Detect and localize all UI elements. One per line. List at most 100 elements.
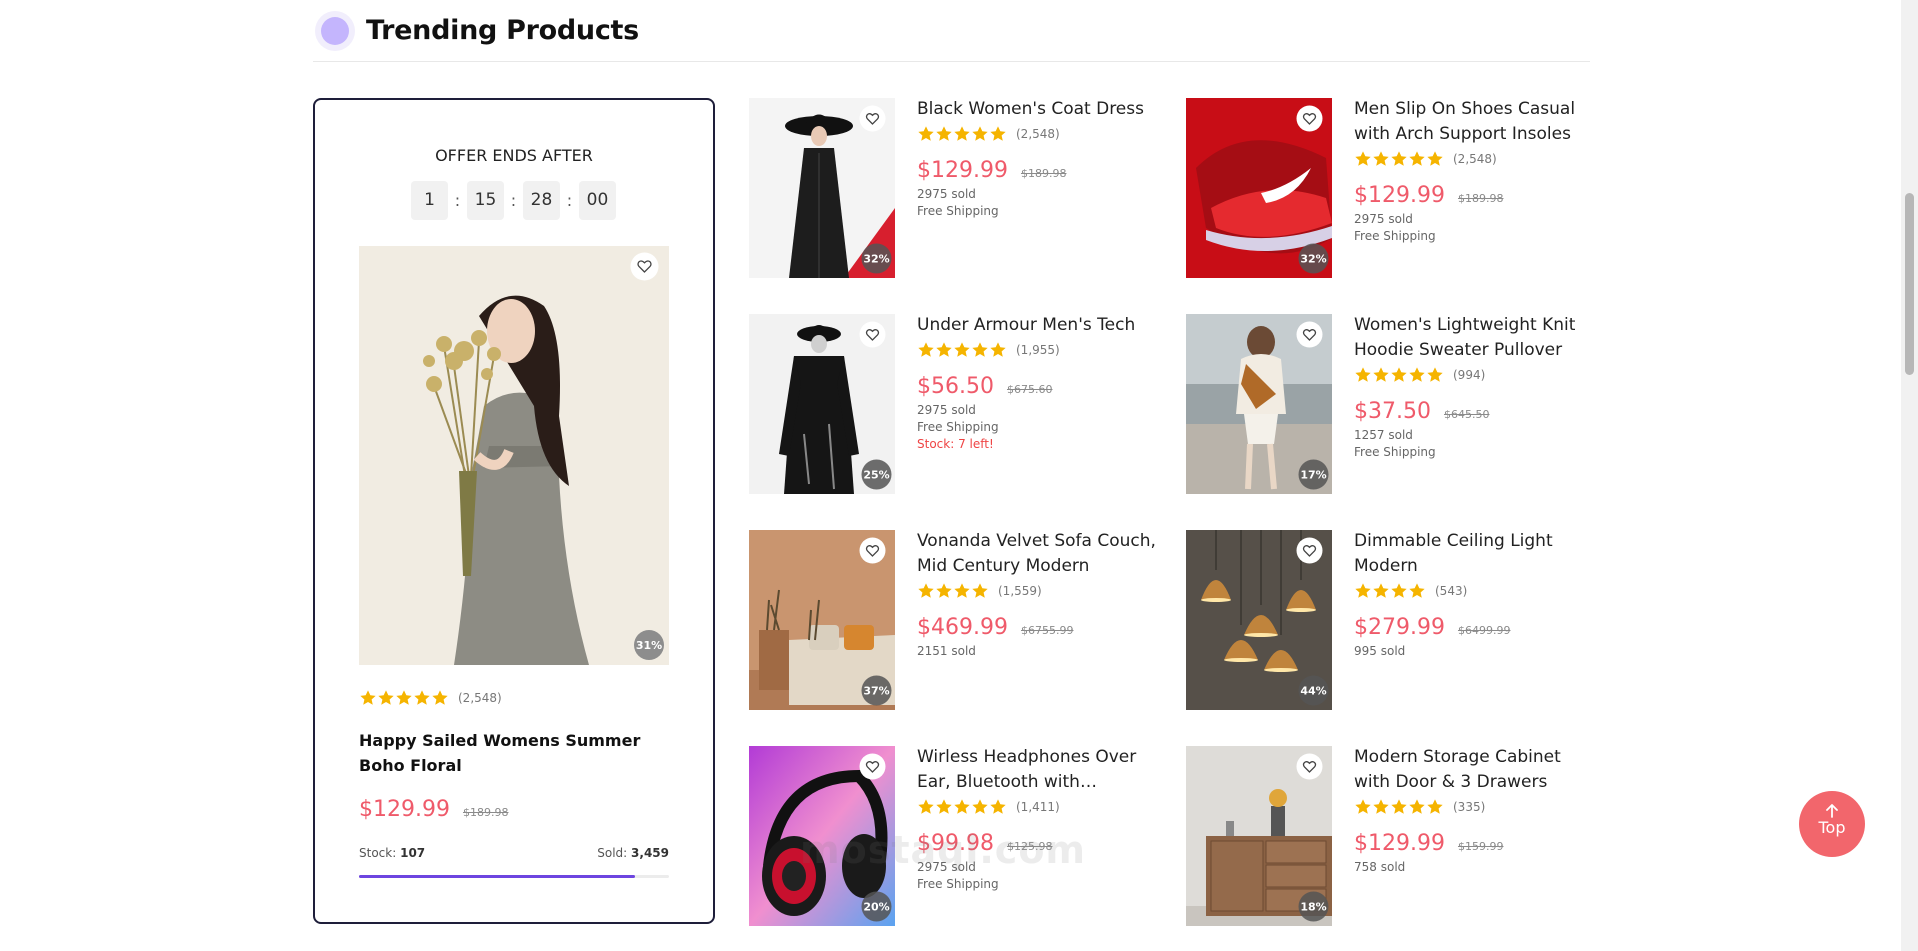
- review-count: (2,548): [458, 691, 502, 705]
- stock-warning: Stock: 7 left!: [917, 437, 994, 451]
- discount-badge: 32%: [861, 243, 892, 274]
- product-image[interactable]: 18%: [1186, 746, 1332, 926]
- discount-badge: 44%: [1298, 675, 1329, 706]
- star-icon: [918, 342, 934, 357]
- product-rating: (1,411): [917, 795, 1157, 819]
- product-image[interactable]: 32%: [1186, 98, 1332, 278]
- price-row: $279.99 $6499.99: [1354, 603, 1594, 643]
- star-icon: [1355, 583, 1371, 598]
- deal-card[interactable]: OFFER ENDS AFTER 1 : 15 : 28 : 00 31% (2…: [313, 98, 715, 924]
- countdown-seconds: 00: [579, 180, 616, 220]
- deal-product-name[interactable]: Happy Sailed Womens Summer Boho Floral: [359, 728, 659, 778]
- product-card[interactable]: 17% Women's Lightweight Knit Hoodie Swea…: [1186, 314, 1606, 494]
- star-icon: [972, 799, 988, 814]
- price: $129.99: [917, 158, 1008, 183]
- heart-icon[interactable]: [859, 321, 886, 348]
- old-price: $645.50: [1443, 408, 1490, 421]
- heart-icon[interactable]: [859, 105, 886, 132]
- star-icon: [936, 342, 952, 357]
- header-dot-icon: [315, 11, 355, 51]
- product-name[interactable]: Modern Storage Cabinet with Door & 3 Dra…: [1354, 745, 1594, 795]
- svg-text:32%: 32%: [863, 253, 889, 266]
- sold-progress-fill: [359, 875, 635, 878]
- star-icon: [1373, 799, 1389, 814]
- shipping-label: Free Shipping: [1354, 229, 1436, 243]
- star-icon: [936, 799, 952, 814]
- star-icon: [918, 126, 934, 141]
- product-image[interactable]: 25%: [749, 314, 895, 494]
- star-icon: [1427, 151, 1443, 166]
- product-rating: (1,955): [917, 338, 1157, 362]
- star-icon: [954, 799, 970, 814]
- deal-product-image[interactable]: 31%: [359, 246, 669, 665]
- product-name[interactable]: Men Slip On Shoes Casual with Arch Suppo…: [1354, 97, 1594, 147]
- discount-badge: 17%: [1298, 459, 1329, 490]
- deal-sold: Sold: 3,459: [597, 846, 669, 860]
- review-count: (2,548): [1016, 127, 1060, 141]
- product-card[interactable]: 37% Vonanda Velvet Sofa Couch, Mid Centu…: [749, 530, 1169, 710]
- heart-icon[interactable]: [1296, 753, 1323, 780]
- countdown-days: 1: [411, 180, 448, 220]
- product-image[interactable]: 17%: [1186, 314, 1332, 494]
- product-image[interactable]: 32%: [749, 98, 895, 278]
- product-card[interactable]: 32% Black Women's Coat Dress (2,548) $12…: [749, 98, 1169, 278]
- price-row: $56.50 $675.60: [917, 362, 1157, 402]
- svg-text:20%: 20%: [863, 901, 889, 914]
- offer-label: OFFER ENDS AFTER: [435, 146, 593, 165]
- page-scrollbar[interactable]: [1901, 0, 1918, 951]
- product-rating: (994): [1354, 363, 1594, 387]
- heart-icon[interactable]: [859, 753, 886, 780]
- star-icon: [1391, 583, 1407, 598]
- heart-icon[interactable]: [1296, 537, 1323, 564]
- deal-price-row: $129.99 $189.98: [359, 797, 508, 822]
- star-icon: [378, 690, 394, 705]
- discount-badge: 32%: [1298, 243, 1329, 274]
- star-icon: [954, 583, 970, 598]
- svg-text:17%: 17%: [1300, 469, 1326, 482]
- scrollbar-thumb[interactable]: [1905, 193, 1914, 375]
- sold-count: 2975 sold: [917, 403, 976, 417]
- product-rating: (1,559): [917, 579, 1157, 603]
- product-image[interactable]: 37%: [749, 530, 895, 710]
- star-icon: [1355, 799, 1371, 814]
- svg-text:18%: 18%: [1300, 901, 1326, 914]
- star-icon: [918, 799, 934, 814]
- old-price: $159.99: [1457, 840, 1504, 853]
- product-name[interactable]: Women's Lightweight Knit Hoodie Sweater …: [1354, 313, 1594, 363]
- product-info: Dimmable Ceiling Light Modern (543) $279…: [1354, 530, 1594, 660]
- arrow-up-icon: [1826, 804, 1838, 818]
- heart-icon[interactable]: [1296, 105, 1323, 132]
- sold-count: 2975 sold: [1354, 212, 1413, 226]
- star-icon: [1427, 367, 1443, 382]
- product-name[interactable]: Under Armour Men's Tech: [917, 313, 1157, 338]
- star-icon: [360, 690, 376, 705]
- heart-icon[interactable]: [1296, 321, 1323, 348]
- sold-count: 758 sold: [1354, 860, 1406, 874]
- page-title: Trending Products: [366, 15, 639, 46]
- star-icon: [954, 342, 970, 357]
- product-name[interactable]: Dimmable Ceiling Light Modern: [1354, 529, 1594, 579]
- back-to-top-button[interactable]: Top: [1799, 791, 1865, 857]
- product-rating: (2,548): [917, 122, 1157, 146]
- review-count: (994): [1453, 368, 1486, 382]
- product-name[interactable]: Black Women's Coat Dress: [917, 97, 1157, 122]
- heart-icon[interactable]: [630, 252, 659, 281]
- sold-count: 1257 sold: [1354, 428, 1413, 442]
- section-header: Trending Products: [313, 8, 1590, 62]
- product-card[interactable]: 32% Men Slip On Shoes Casual with Arch S…: [1186, 98, 1606, 278]
- review-count: (1,955): [1016, 343, 1060, 357]
- price: $279.99: [1354, 615, 1445, 640]
- product-card[interactable]: 25% Under Armour Men's Tech (1,955) $56.…: [749, 314, 1169, 494]
- heart-icon[interactable]: [859, 537, 886, 564]
- price: $129.99: [1354, 831, 1445, 856]
- product-name[interactable]: Wirless Headphones Over Ear, Bluetooth w…: [917, 745, 1157, 795]
- star-icon: [1391, 367, 1407, 382]
- product-card[interactable]: 18% Modern Storage Cabinet with Door & 3…: [1186, 746, 1606, 926]
- star-icon: [1427, 799, 1443, 814]
- product-card[interactable]: 44% Dimmable Ceiling Light Modern (543) …: [1186, 530, 1606, 710]
- product-name[interactable]: Vonanda Velvet Sofa Couch, Mid Century M…: [917, 529, 1157, 579]
- star-rating: [917, 582, 989, 600]
- woman-with-flowers-illustration: [359, 246, 669, 665]
- product-info: Modern Storage Cabinet with Door & 3 Dra…: [1354, 746, 1594, 876]
- product-image[interactable]: 44%: [1186, 530, 1332, 710]
